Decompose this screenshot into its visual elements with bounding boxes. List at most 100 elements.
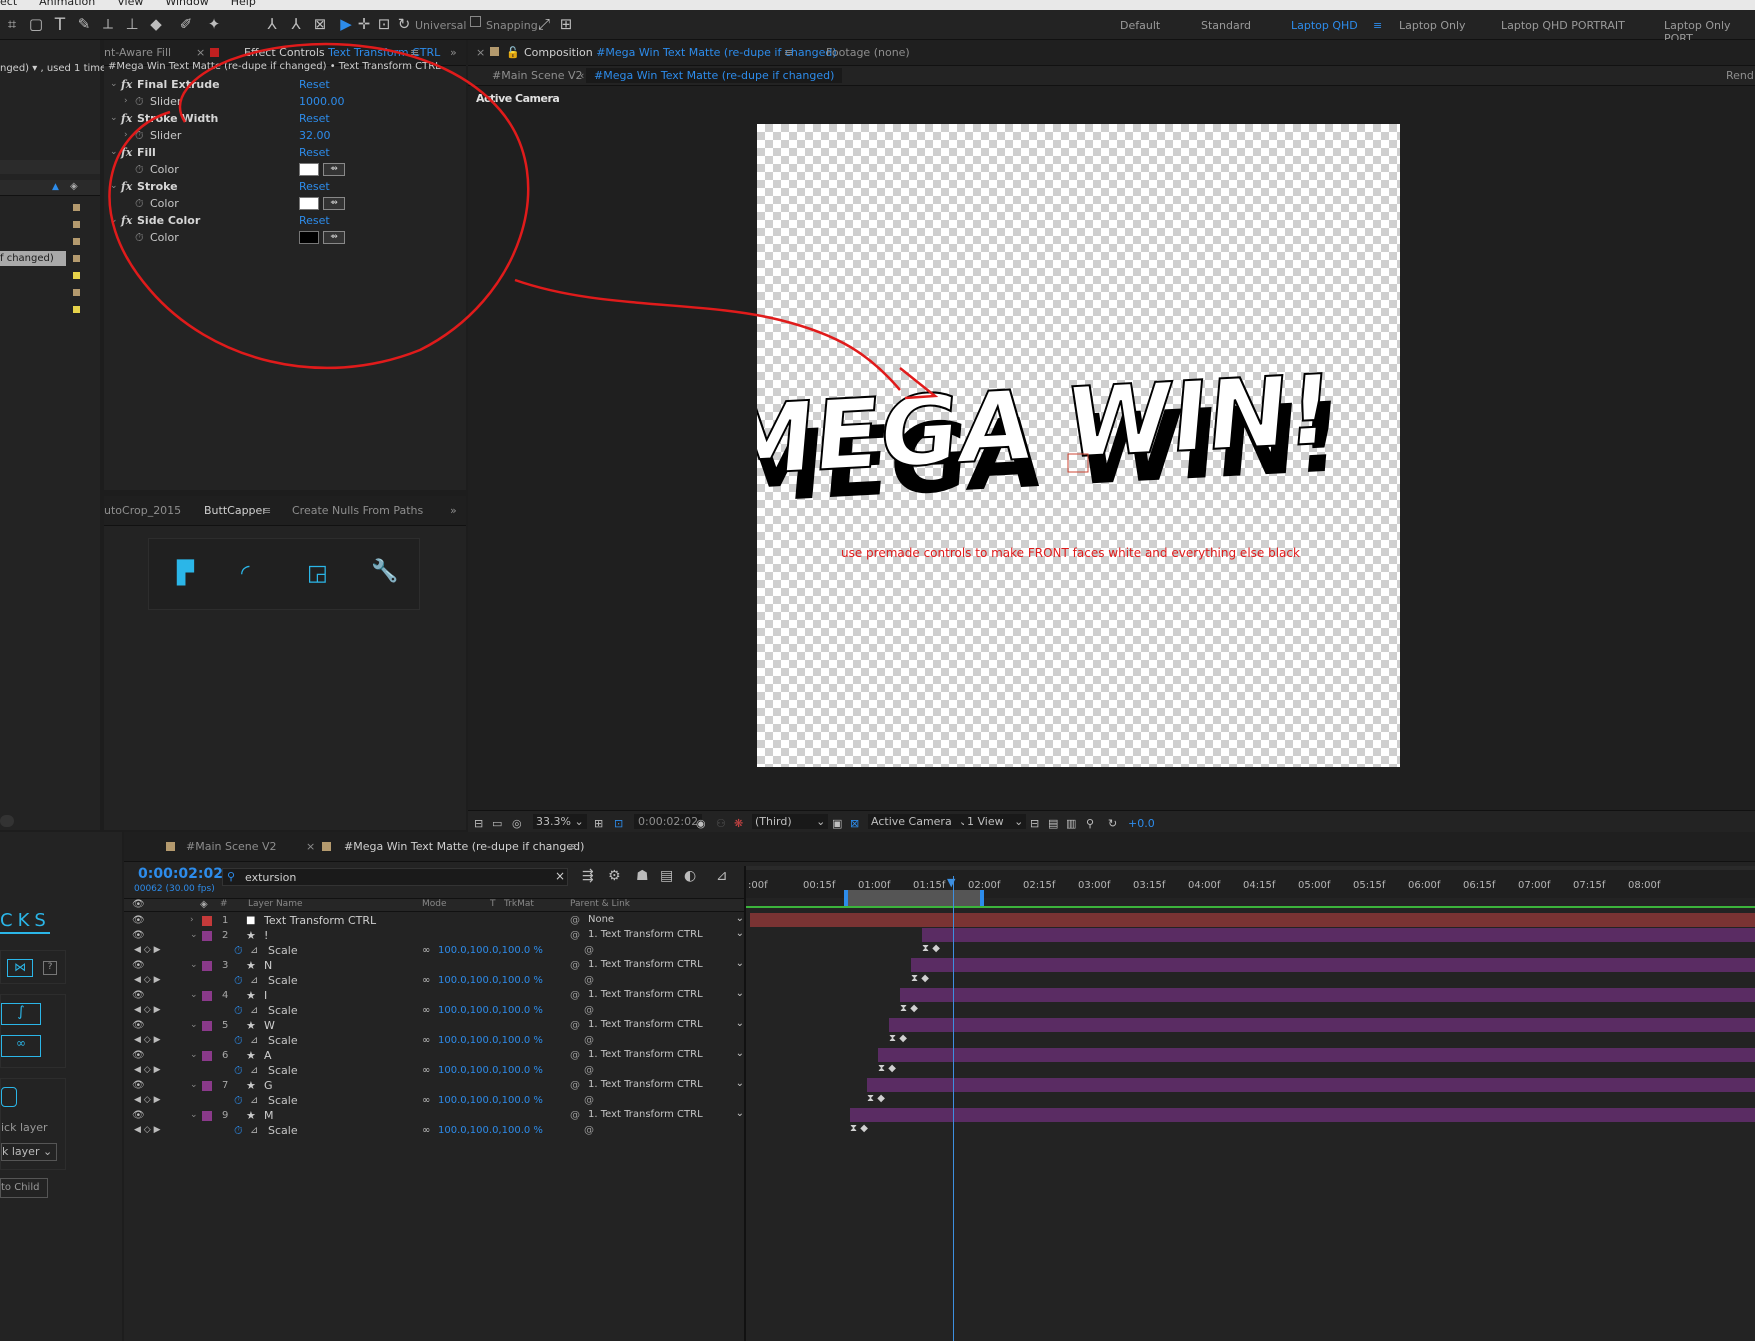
stopwatch-icon[interactable]: ⏱ (135, 127, 144, 144)
resolution-select[interactable]: (Third) ⌄ (752, 814, 829, 829)
layer-duration-bar[interactable] (878, 1048, 1755, 1062)
tab-lower-left-0[interactable]: utoCrop_2015 (104, 504, 181, 517)
local-axis-icon[interactable]: ⅄ (262, 15, 282, 33)
shape-tool-icon[interactable]: ▢ (26, 15, 46, 33)
playhead[interactable] (953, 876, 954, 1341)
flowchart-icon[interactable]: ⚲ (1086, 817, 1094, 830)
align-icon[interactable]: ⋈ (7, 959, 33, 977)
clear-search-icon[interactable]: × (555, 869, 565, 883)
breadcrumb-item[interactable]: #Main Scene V2 (492, 69, 583, 82)
workspace-3[interactable]: Laptop Only (1399, 19, 1466, 32)
pen-tool-icon[interactable]: ✎ (74, 15, 94, 33)
panel-menu-icon[interactable]: ≡ (410, 46, 419, 59)
effect-row[interactable]: ⌄ fx Fill Reset (104, 144, 484, 161)
effect-row[interactable]: ⌄ fx Side Color Reset (104, 212, 484, 229)
square-cap-icon[interactable]: ◲ (307, 561, 328, 586)
snap-edges-icon[interactable]: ⤢ (534, 15, 554, 33)
close-icon[interactable]: × (306, 840, 315, 853)
always-preview-icon[interactable]: ⊟ (474, 817, 483, 830)
layer-label-swatch[interactable] (202, 1081, 212, 1091)
link-icon[interactable]: ∞ (422, 1122, 430, 1139)
expression-pickwhip-icon[interactable]: @ (584, 1122, 594, 1139)
effect-row[interactable]: ⏱ Color ⇴ (104, 161, 484, 178)
effect-row[interactable]: ⌄ fx Final Extrude Reset (104, 76, 484, 93)
graph-editor-icon[interactable]: ⊿ (716, 868, 728, 884)
reset-link[interactable]: Reset (299, 178, 330, 195)
comp-mini-flowchart-icon[interactable]: ⇶ (582, 868, 594, 884)
frame-blend-icon[interactable]: ▤ (660, 868, 673, 884)
clone-stamp-icon[interactable]: ⊥ (122, 15, 142, 33)
fx-icon[interactable]: fx (121, 178, 132, 195)
tab-main-scene[interactable]: #Main Scene V2 (186, 840, 277, 853)
eraser-icon[interactable]: ◆ (146, 15, 166, 33)
fx-icon[interactable]: fx (121, 110, 132, 127)
project-selected-item[interactable]: f changed) (0, 251, 66, 266)
chevron-down-icon[interactable]: ⌄ (110, 76, 118, 93)
slider-value[interactable]: 1000.00 (299, 93, 345, 110)
puppet-pin-icon[interactable]: ✦ (204, 15, 224, 33)
time-navigator[interactable] (746, 866, 1755, 870)
tab-content-aware-fill[interactable]: nt-Aware Fill (104, 46, 171, 59)
keyframe-icons[interactable]: ⧗ ◆ (850, 1123, 868, 1134)
layer-label-swatch[interactable] (202, 961, 212, 971)
toggle-pixel-icon[interactable]: ⊟ (1030, 817, 1039, 830)
layer-duration-bar[interactable] (922, 928, 1755, 942)
effect-row[interactable]: ⏱ Color ⇴ (104, 229, 484, 246)
graph-icon[interactable]: ⊿ (250, 1122, 258, 1139)
panel-menu-icon[interactable]: ≡ (568, 840, 577, 853)
type-tool-icon[interactable]: T (50, 15, 70, 35)
layer-label-swatch[interactable] (202, 931, 212, 941)
current-time[interactable]: 0:00:02:02 (634, 814, 703, 829)
exposure-icon[interactable]: ↻ (1108, 817, 1117, 830)
show-snapshot-icon[interactable]: ⚇ (716, 817, 726, 830)
eyedropper-icon[interactable]: ⇴ (323, 163, 345, 176)
chevron-down-icon[interactable]: ⌄ (110, 178, 118, 195)
playhead-handle[interactable]: ▼ (947, 876, 955, 889)
layer-label-swatch[interactable] (202, 991, 212, 1001)
move-tool-icon[interactable]: ✛ (354, 15, 374, 33)
lock-icon[interactable]: 🔓 (506, 46, 520, 59)
keyframe-icons[interactable]: ⧗ ◆ (889, 1033, 907, 1044)
project-scrollbar[interactable] (0, 815, 14, 827)
eyedropper-icon[interactable]: ⇴ (323, 231, 345, 244)
camera-select[interactable]: Active Camera ⌄ (868, 814, 971, 829)
scale-property-row[interactable]: ◀ ◇ ▶ ⏱ ⊿ Scale ∞ 100.0,100.0,100.0 % @ (124, 1122, 816, 1139)
chevron-down-icon[interactable]: ⌄ (110, 144, 118, 161)
layer-label-swatch[interactable] (202, 1051, 212, 1061)
breadcrumb-item-active[interactable]: #Mega Win Text Matte (re-dupe if changed… (586, 68, 843, 83)
transparency-grid-icon[interactable]: ⊠ (850, 817, 859, 830)
motion-blur-icon[interactable]: ◐ (684, 868, 696, 884)
exposure-value[interactable]: +0.0 (1128, 817, 1155, 830)
parent-select[interactable]: 1. Text Transform CTRL ⌄ (588, 1108, 744, 1122)
color-swatch[interactable] (299, 163, 319, 176)
keyframe-icons[interactable]: ⧗ ◆ (878, 1063, 896, 1074)
workspace-2[interactable]: Laptop QHD (1291, 19, 1358, 32)
timeline-icon[interactable]: ▥ (1066, 817, 1076, 830)
stopwatch-icon[interactable]: ⏱ (234, 1122, 243, 1139)
region-of-interest-icon[interactable]: ⊡ (614, 817, 623, 830)
tab-lower-left-2[interactable]: Create Nulls From Paths (292, 504, 423, 517)
comp-canvas[interactable]: MEGA WIN! MEGA WIN! use premade controls… (757, 124, 1400, 767)
parent-select[interactable]: 1. Text Transform CTRL ⌄ (588, 988, 744, 1002)
layer-duration-bar[interactable] (889, 1018, 1755, 1032)
work-area-bar[interactable] (844, 890, 984, 906)
roto-brush-icon[interactable]: ✐ (176, 15, 196, 33)
timeline-timecode[interactable]: 0:00:02:02 (138, 866, 223, 882)
fast-preview-icon[interactable]: ▣ (832, 817, 842, 830)
pick-layer-select[interactable]: k layer ⌄ (1, 1143, 57, 1161)
layer-name-header[interactable]: Layer Name (248, 899, 303, 909)
parent-select[interactable]: 1. Text Transform CTRL ⌄ (588, 1018, 744, 1032)
keyframe-icons[interactable]: ⧗ ◆ (911, 973, 929, 984)
rotate-tool-icon[interactable]: ↻ (394, 15, 414, 33)
reset-link[interactable]: Reset (299, 110, 330, 127)
color-swatch[interactable] (299, 231, 319, 244)
fx-icon[interactable]: fx (121, 144, 132, 161)
snapping-checkbox[interactable] (470, 16, 481, 27)
color-swatch[interactable] (299, 197, 319, 210)
menu-item[interactable]: Window (165, 0, 208, 8)
parent-select[interactable]: 1. Text Transform CTRL ⌄ (588, 958, 744, 972)
eyedropper-icon[interactable]: ⇴ (323, 197, 345, 210)
pick-icon[interactable] (1, 1087, 17, 1107)
to-child-button[interactable]: to Child (0, 1178, 48, 1198)
keyframe-icons[interactable]: ⧗ ◆ (900, 1003, 918, 1014)
